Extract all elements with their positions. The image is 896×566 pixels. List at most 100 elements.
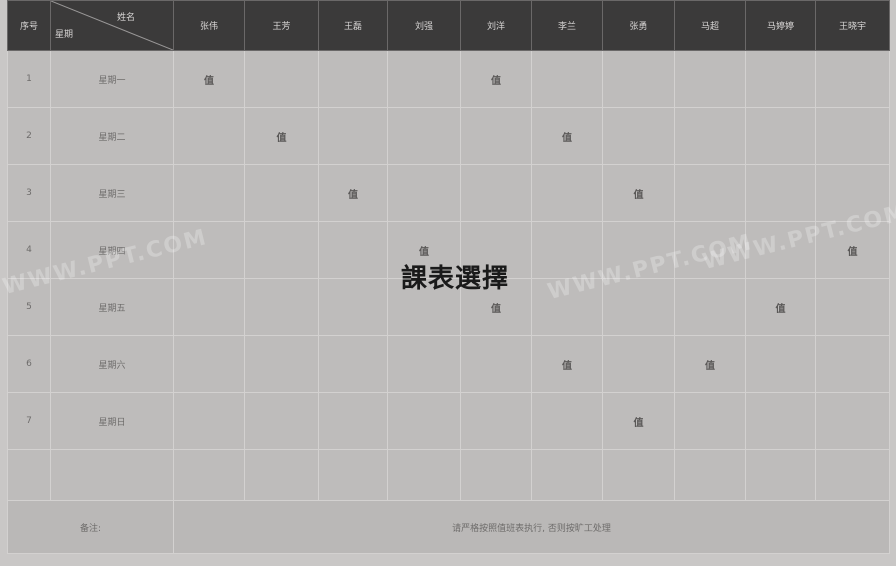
row-index: 7 xyxy=(7,392,51,450)
empty-cell xyxy=(674,449,746,501)
table-row: 6 星期六 值 值 xyxy=(7,335,890,393)
corner-header-cell: 姓名 星期 xyxy=(50,0,174,51)
schedule-cell xyxy=(387,392,461,450)
schedule-cell xyxy=(745,164,816,222)
schedule-cell xyxy=(815,107,890,165)
duty-mark: 值 xyxy=(491,75,501,87)
name-header: 刘洋 xyxy=(460,0,532,51)
empty-cell xyxy=(50,449,174,501)
schedule-cell: 值 xyxy=(244,107,319,165)
duty-mark: 值 xyxy=(705,360,715,372)
duty-mark: 值 xyxy=(348,189,358,201)
duty-mark: 值 xyxy=(633,417,644,429)
duty-mark: 值 xyxy=(633,189,644,201)
empty-cell xyxy=(387,449,461,501)
schedule-cell xyxy=(531,392,603,450)
schedule-cell xyxy=(674,107,746,165)
remarks-text: 请严格按照值班表执行, 否则按旷工处理 xyxy=(173,500,890,554)
schedule-cell xyxy=(674,392,746,450)
duty-mark: 值 xyxy=(204,75,214,87)
empty-cell xyxy=(815,449,890,501)
schedule-cell xyxy=(173,107,245,165)
schedule-cell xyxy=(318,335,388,393)
duty-mark: 值 xyxy=(775,303,786,315)
duty-mark: 值 xyxy=(562,360,572,372)
empty-cell xyxy=(602,449,675,501)
schedule-cell xyxy=(173,392,245,450)
schedule-cell xyxy=(244,392,319,450)
table-row: 2 星期二 值 值 xyxy=(7,107,890,165)
empty-cell xyxy=(318,449,388,501)
name-header: 王芳 xyxy=(244,0,319,51)
schedule-cell: 值 xyxy=(531,107,603,165)
name-header: 刘强 xyxy=(387,0,461,51)
row-day: 星期日 xyxy=(50,392,174,450)
schedule-cell xyxy=(318,107,388,165)
table-row: 7 星期日 值 xyxy=(7,392,890,450)
name-header: 马婷婷 xyxy=(745,0,816,51)
row-index: 3 xyxy=(7,164,51,222)
row-day: 星期一 xyxy=(50,50,174,108)
row-index: 2 xyxy=(7,107,51,165)
schedule-cell xyxy=(387,335,461,393)
schedule-cell xyxy=(745,335,816,393)
schedule-cell xyxy=(602,335,675,393)
duty-mark: 值 xyxy=(276,132,287,144)
empty-cell xyxy=(531,449,603,501)
duty-mark: 值 xyxy=(491,303,501,315)
schedule-cell: 值 xyxy=(318,164,388,222)
duty-mark: 值 xyxy=(847,246,858,258)
schedule-cell xyxy=(602,107,675,165)
schedule-cell xyxy=(602,50,675,108)
overlay-title: 課表選擇 xyxy=(400,264,509,294)
schedule-cell xyxy=(531,164,603,222)
schedule-cell xyxy=(460,164,532,222)
schedule-cell xyxy=(387,107,461,165)
corner-name-label: 姓名 xyxy=(116,13,135,23)
schedule-cell xyxy=(318,50,388,108)
row-day: 星期二 xyxy=(50,107,174,165)
name-header: 马超 xyxy=(674,0,746,51)
schedule-cell xyxy=(815,392,890,450)
remarks-label: 备注: xyxy=(7,500,174,554)
schedule-cell: 值 xyxy=(602,164,675,222)
schedule-cell xyxy=(244,50,319,108)
table-row: 1 星期一 值 值 xyxy=(7,50,890,108)
empty-cell xyxy=(7,449,51,501)
empty-cell xyxy=(745,449,816,501)
schedule-cell xyxy=(387,164,461,222)
name-header: 李兰 xyxy=(531,0,603,51)
table-header-row: 序号 姓名 星期 张伟 王芳 王磊 刘强 刘洋 李兰 张勇 马超 马婷婷 王晓宇 xyxy=(7,0,890,51)
index-header: 序号 xyxy=(7,0,51,51)
empty-cell xyxy=(460,449,532,501)
schedule-cell xyxy=(815,335,890,393)
schedule-cell: 值 xyxy=(674,335,746,393)
schedule-cell xyxy=(745,107,816,165)
corner-day-label: 星期 xyxy=(55,30,74,40)
schedule-cell xyxy=(531,50,603,108)
schedule-cell xyxy=(387,50,461,108)
row-index: 1 xyxy=(7,50,51,108)
remarks-row: 备注: 请严格按照值班表执行, 否则按旷工处理 xyxy=(7,500,890,554)
name-header: 王晓宇 xyxy=(815,0,890,51)
name-header: 王磊 xyxy=(318,0,388,51)
schedule-cell xyxy=(460,335,532,393)
schedule-cell xyxy=(244,164,319,222)
row-index: 6 xyxy=(7,335,51,393)
schedule-cell xyxy=(460,392,532,450)
table-row-empty xyxy=(7,449,890,501)
empty-cell xyxy=(244,449,319,501)
empty-cell xyxy=(173,449,245,501)
schedule-cell: 值 xyxy=(460,50,532,108)
schedule-cell xyxy=(745,50,816,108)
table-row: 3 星期三 值 值 xyxy=(7,164,890,222)
schedule-cell xyxy=(674,164,746,222)
schedule-cell: 值 xyxy=(602,392,675,450)
row-day: 星期六 xyxy=(50,335,174,393)
schedule-cell xyxy=(173,335,245,393)
schedule-cell xyxy=(674,50,746,108)
duty-mark: 值 xyxy=(562,132,572,144)
schedule-cell xyxy=(318,392,388,450)
duty-mark: 值 xyxy=(419,246,429,258)
schedule-cell: 值 xyxy=(531,335,603,393)
